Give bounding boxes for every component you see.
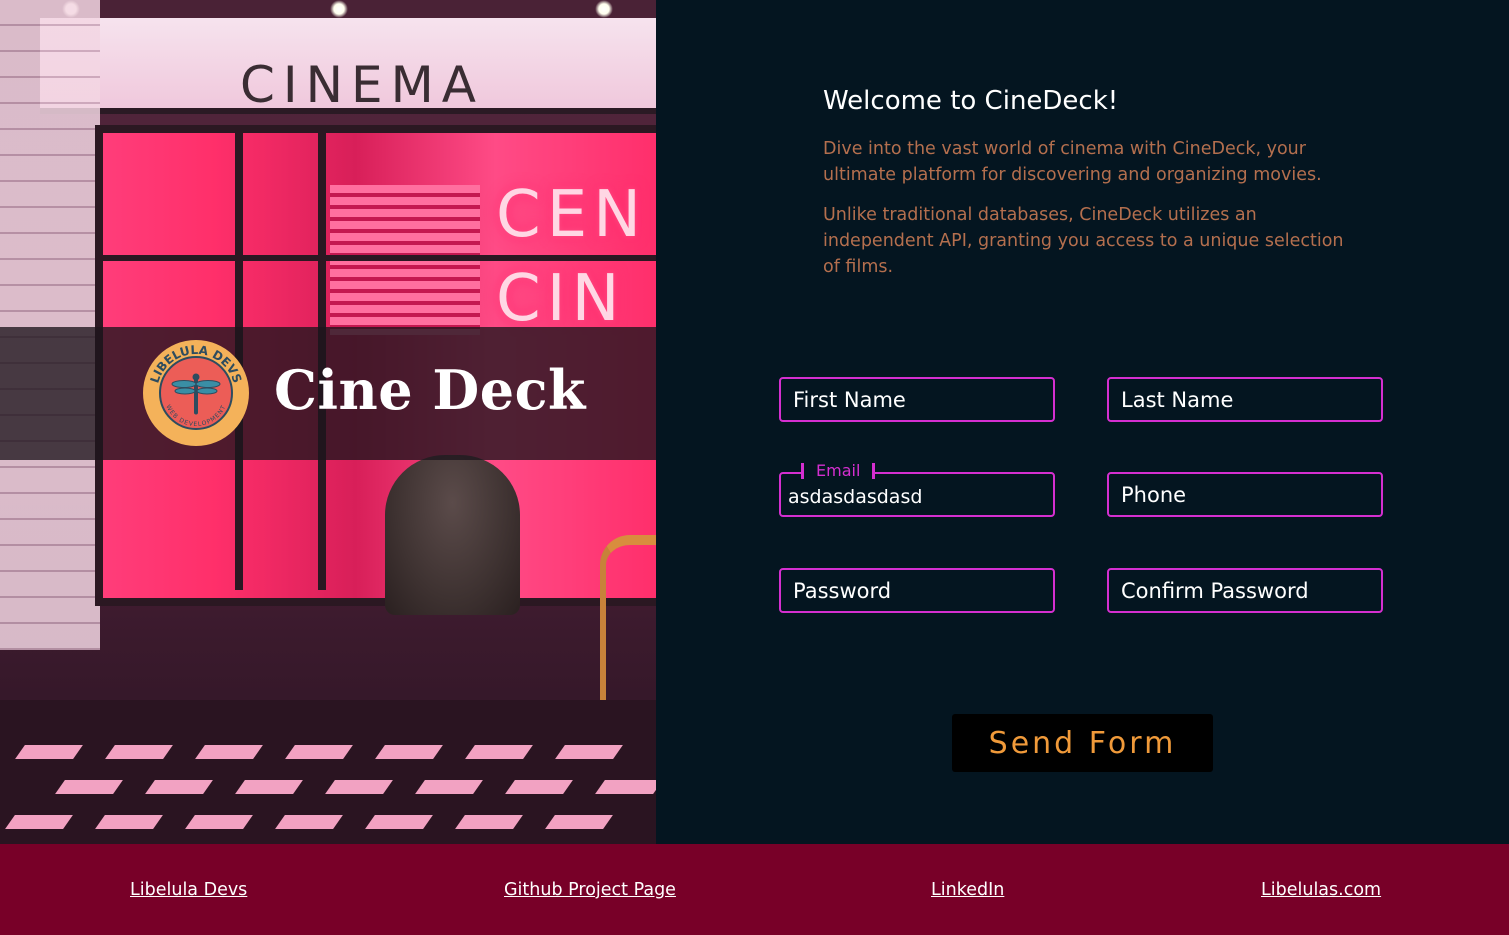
email-field: Email <box>779 461 1055 517</box>
libelula-devs-logo[interactable]: LIBELULA DEVS WEB DEVELOPMENT <box>143 340 249 446</box>
footer: Libelula Devs Github Project Page Linked… <box>0 844 1509 935</box>
neon-sign-bottom: CIN <box>496 262 626 336</box>
marquee-text: CINEMA <box>240 56 484 114</box>
welcome-title: Welcome to CineDeck! <box>823 86 1119 116</box>
last-name-input[interactable] <box>1109 379 1381 420</box>
welcome-paragraph-1: Dive into the vast world of cinema with … <box>823 139 1322 185</box>
phone-field <box>1107 472 1383 517</box>
footer-link-github[interactable]: Github Project Page <box>504 880 676 900</box>
welcome-paragraph-2: Unlike traditional databases, CineDeck u… <box>823 205 1344 277</box>
ceiling-lamp <box>595 0 613 18</box>
logo-ring: LIBELULA DEVS WEB DEVELOPMENT <box>144 341 248 445</box>
last-name-field <box>1107 377 1383 422</box>
app-root: CINEMA CEN CIN LIBELULA DEVS WEB DEVELOP… <box>0 0 1509 935</box>
tiled-wall <box>0 0 100 650</box>
password-field <box>779 568 1055 613</box>
window-mullion <box>95 255 656 261</box>
brand-title: Cine Deck <box>274 358 586 422</box>
first-name-input[interactable] <box>781 379 1053 420</box>
cinema-marquee: CINEMA <box>40 18 656 114</box>
patterned-floor <box>0 700 656 844</box>
password-input[interactable] <box>781 570 1053 611</box>
footer-link-libelula-devs[interactable]: Libelula Devs <box>130 880 247 900</box>
confirm-password-field <box>1107 568 1383 613</box>
phone-input[interactable] <box>1109 474 1381 515</box>
footer-link-linkedin[interactable]: LinkedIn <box>931 880 1004 900</box>
neon-sign-top: CEN <box>496 178 647 252</box>
email-input[interactable] <box>781 474 1053 515</box>
ceiling-lamp <box>330 0 348 18</box>
first-name-field <box>779 377 1055 422</box>
send-form-button[interactable]: Send Form <box>952 714 1213 772</box>
hero-image: CINEMA CEN CIN LIBELULA DEVS WEB DEVELOP… <box>0 0 656 844</box>
seated-person <box>385 455 520 615</box>
footer-link-libelulas-com[interactable]: Libelulas.com <box>1261 880 1381 900</box>
confirm-password-input[interactable] <box>1109 570 1381 611</box>
